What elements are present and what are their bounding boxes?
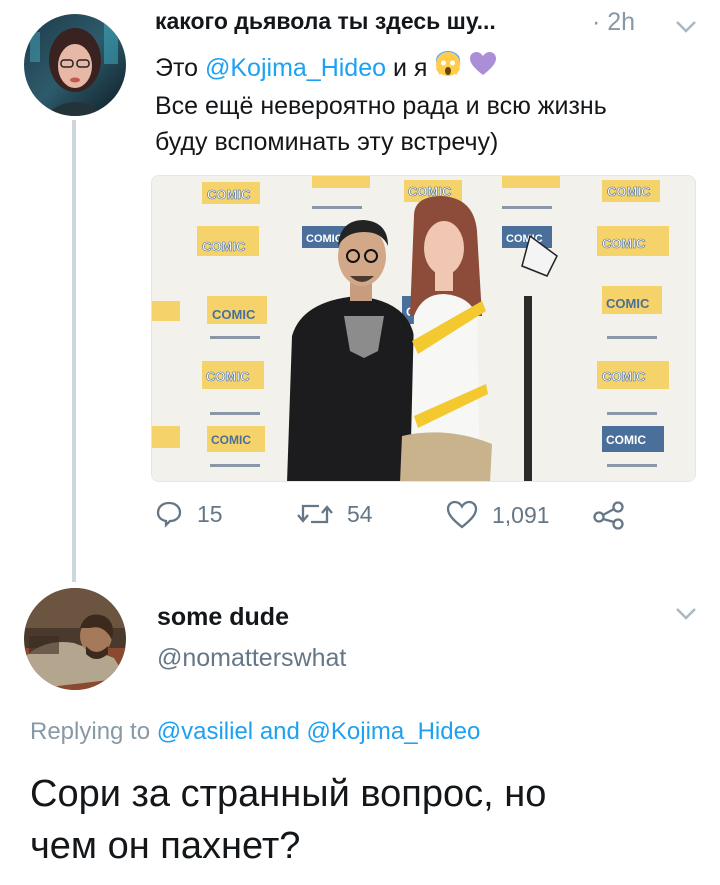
timestamp[interactable]: · 2h xyxy=(592,8,635,37)
purple-heart-emoji-icon xyxy=(469,51,497,87)
svg-text:COMIC: COMIC xyxy=(212,307,256,322)
reply-text-line1: Сори за странный вопрос, но xyxy=(30,773,547,815)
display-name[interactable]: какого дьявола ты здесь шу... xyxy=(155,8,496,35)
replying-user-link[interactable]: @Kojima_Hideo xyxy=(307,718,481,745)
reply-icon xyxy=(156,501,182,528)
reply-text: Сори за странный вопрос, но чем он пахне… xyxy=(30,768,690,872)
retweet-button[interactable]: 54 xyxy=(297,500,373,528)
replying-to: Replying to @vasiliel and @Kojima_Hideo xyxy=(30,718,480,746)
scream-emoji-icon xyxy=(434,50,462,88)
reply-button[interactable]: 15 xyxy=(155,500,223,528)
mention-link[interactable]: @Kojima_Hideo xyxy=(205,54,386,82)
like-button[interactable]: 1,091 xyxy=(446,500,550,530)
avatar-image xyxy=(24,588,126,690)
heart-icon xyxy=(446,500,478,529)
reply-count: 15 xyxy=(197,500,223,527)
share-icon xyxy=(593,501,624,530)
svg-text:COMIC: COMIC xyxy=(606,296,650,311)
svg-text:COMIC: COMIC xyxy=(306,233,343,245)
tweet-text-line3: буду вспоминать эту встречу) xyxy=(155,128,499,157)
svg-text:COMIC: COMIC xyxy=(211,433,251,447)
replying-prefix: Replying to xyxy=(30,718,151,745)
svg-text:COMIC: COMIC xyxy=(206,369,250,384)
tweet-text-mid: и я xyxy=(392,54,428,82)
svg-text:COMIC: COMIC xyxy=(602,369,646,384)
photo-image: COMIC COMIC COMIC COMIC COMIC COMIC COMI… xyxy=(152,176,695,481)
tweet-text-line2: Все ещё невероятно рада и всю жизнь xyxy=(155,92,607,121)
tweet-text-prefix: Это xyxy=(155,54,199,82)
retweet-count: 54 xyxy=(347,500,373,527)
replying-and[interactable]: and xyxy=(260,718,300,745)
retweet-icon xyxy=(297,504,333,524)
reply-text-line2: чем он пахнет? xyxy=(30,825,301,867)
thread-line xyxy=(72,120,76,582)
like-count: 1,091 xyxy=(492,501,550,528)
svg-text:COMIC: COMIC xyxy=(207,187,251,202)
svg-text:COMIC: COMIC xyxy=(602,236,646,251)
avatar-image xyxy=(24,14,126,116)
svg-text:COMIC: COMIC xyxy=(607,184,651,199)
replying-user-link[interactable]: @vasiliel xyxy=(157,718,253,745)
backdrop-logo: COMIC xyxy=(202,182,260,204)
tweet-text: Это @Kojima_Hideo и я Все ещё невероятно… xyxy=(155,50,715,160)
avatar[interactable] xyxy=(24,588,126,690)
svg-text:COMIC: COMIC xyxy=(202,239,246,254)
share-button[interactable] xyxy=(592,500,626,530)
reply-display-name[interactable]: some dude xyxy=(157,603,289,632)
tweet-photo[interactable]: COMIC COMIC COMIC COMIC COMIC COMIC COMI… xyxy=(151,175,696,482)
avatar[interactable] xyxy=(24,14,126,116)
svg-text:COMIC: COMIC xyxy=(606,433,646,447)
chevron-down-icon[interactable] xyxy=(675,20,697,39)
reply-handle[interactable]: @nomatterswhat xyxy=(157,644,346,673)
chevron-down-icon[interactable] xyxy=(675,607,697,626)
